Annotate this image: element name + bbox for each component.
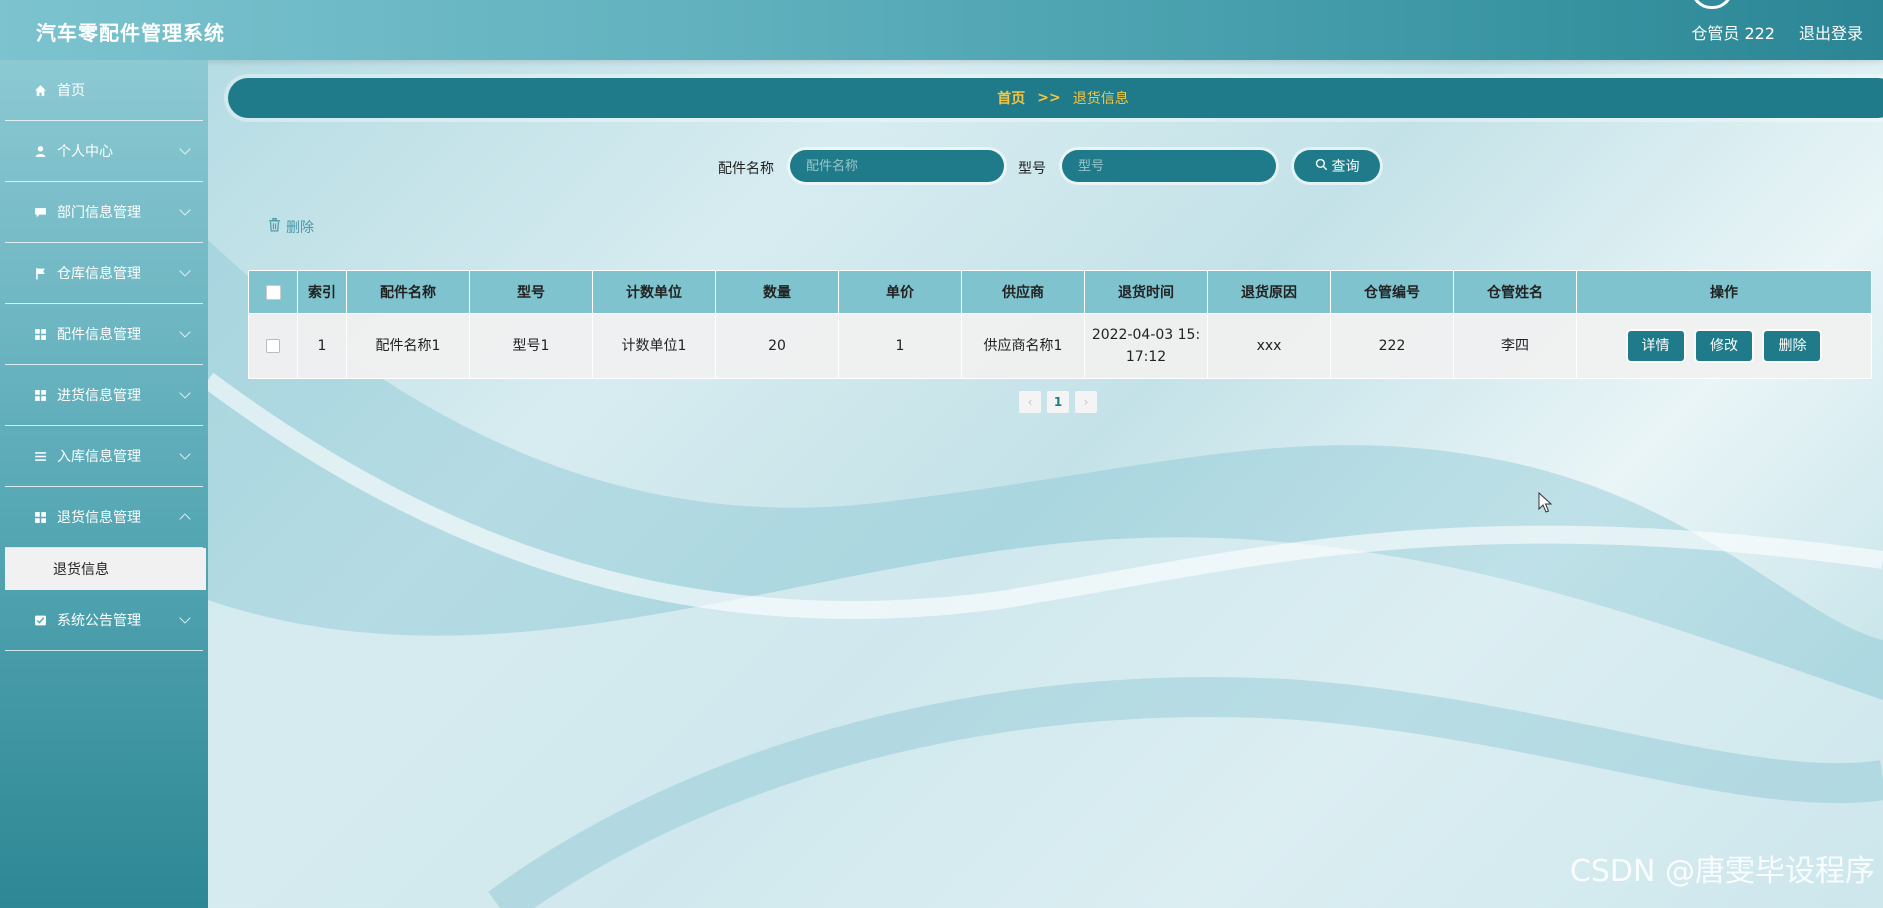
cell-keeper-name: 李四 (1453, 313, 1577, 379)
sidebar-item-warehouse[interactable]: 仓库信息管理 (5, 243, 203, 304)
column-header[interactable]: 数量 (715, 270, 839, 314)
sidebar: 首页 个人中心 部门信息管理 仓库信息管理 配件信息管理 进货信息管理 入库信息… (0, 60, 208, 908)
sidebar-subitem-return-info[interactable]: 退货信息 (5, 548, 206, 590)
mouse-cursor-icon (1538, 492, 1553, 513)
chevron-down-icon (179, 326, 191, 338)
sidebar-item-label: 系统公告管理 (57, 613, 141, 629)
sidebar-item-parts[interactable]: 配件信息管理 (5, 304, 203, 365)
sidebar-item-stock-in[interactable]: 入库信息管理 (5, 426, 203, 487)
search-bar: 配件名称 型号 查询 (0, 148, 1883, 184)
row-checkbox[interactable] (266, 339, 280, 353)
pagination: ‹ 1 › (1016, 391, 1100, 413)
query-button-label: 查询 (1331, 159, 1360, 175)
cell-price: 1 (838, 313, 962, 379)
chevron-down-icon (179, 448, 191, 460)
cell-keeper-no: 222 (1330, 313, 1454, 379)
watermark: CSDN @唐雯毕设程序 (1569, 854, 1875, 889)
part-name-label: 配件名称 (718, 161, 774, 177)
cell-actions: 详情 修改 删除 (1576, 313, 1872, 379)
sidebar-item-label: 入库信息管理 (57, 449, 141, 465)
column-header[interactable]: 供应商 (961, 270, 1085, 314)
sidebar-item-returns[interactable]: 退货信息管理 (5, 487, 203, 548)
breadcrumb-home[interactable]: 首页 (997, 88, 1025, 108)
breadcrumb-current: 退货信息 (1072, 91, 1129, 107)
grid-icon (33, 388, 47, 402)
edit-button[interactable]: 修改 (1696, 331, 1752, 361)
table-row: 1 配件名称1 型号1 计数单位1 20 1 供应商名称1 2022-04-03… (248, 313, 1872, 379)
grid-icon (33, 327, 47, 341)
table-header-row: 索引 配件名称 型号 计数单位 数量 单价 供应商 退货时间 退货原因 仓管编号… (248, 270, 1872, 314)
prev-page-button[interactable]: ‹ (1019, 391, 1041, 413)
cell-index: 1 (297, 313, 347, 379)
search-icon (1315, 158, 1328, 175)
cell-return-time: 2022-04-03 15:17:12 (1084, 313, 1208, 379)
grid-icon (33, 510, 47, 524)
column-header[interactable]: 索引 (297, 270, 347, 314)
column-header[interactable]: 退货原因 (1207, 270, 1331, 314)
sidebar-item-notice[interactable]: 系统公告管理 (5, 590, 203, 651)
model-input[interactable] (1062, 150, 1276, 182)
column-header[interactable]: 仓管编号 (1330, 270, 1454, 314)
part-name-input[interactable] (790, 150, 1004, 182)
detail-button[interactable]: 详情 (1627, 331, 1684, 361)
chevron-down-icon (179, 612, 191, 624)
column-header[interactable]: 配件名称 (346, 270, 470, 314)
current-user: 仓管员 222 (1691, 24, 1775, 43)
cell-reason: xxx (1207, 313, 1331, 379)
column-header[interactable]: 退货时间 (1084, 270, 1208, 314)
returns-table: 索引 配件名称 型号 计数单位 数量 单价 供应商 退货时间 退货原因 仓管编号… (248, 270, 1872, 379)
page-number[interactable]: 1 (1047, 391, 1069, 413)
column-header[interactable]: 仓管姓名 (1453, 270, 1577, 314)
sidebar-item-home[interactable]: 首页 (5, 60, 203, 121)
notice-icon (33, 613, 47, 627)
row-select-cell (248, 313, 298, 379)
cell-supplier: 供应商名称1 (961, 313, 1085, 379)
delete-button[interactable]: 删除 (1764, 331, 1821, 361)
cell-unit: 计数单位1 (592, 313, 716, 379)
chat-icon (33, 205, 47, 219)
trash-icon (268, 218, 281, 236)
chevron-down-icon (179, 265, 191, 277)
select-all-cell (248, 270, 298, 314)
home-icon (33, 83, 47, 97)
sidebar-item-label: 进货信息管理 (57, 388, 141, 404)
breadcrumb-separator: >> (1037, 90, 1061, 106)
column-header: 操作 (1576, 270, 1872, 314)
breadcrumb: 首页 >> 退货信息 (228, 78, 1883, 118)
sidebar-item-label: 首页 (57, 83, 85, 99)
column-header[interactable]: 单价 (838, 270, 962, 314)
chevron-down-icon (179, 204, 191, 216)
sidebar-item-purchase[interactable]: 进货信息管理 (5, 365, 203, 426)
sidebar-item-label: 退货信息管理 (57, 510, 141, 526)
chevron-down-icon (179, 387, 191, 399)
cell-model: 型号1 (469, 313, 593, 379)
list-icon (33, 449, 47, 463)
app-title: 汽车零配件管理系统 (36, 21, 225, 45)
query-button[interactable]: 查询 (1294, 150, 1380, 182)
bulk-delete-label: 删除 (286, 220, 314, 236)
sidebar-item-label: 部门信息管理 (57, 205, 141, 221)
flag-icon (33, 266, 47, 280)
background-waves (202, 240, 1883, 908)
sidebar-item-department[interactable]: 部门信息管理 (5, 182, 203, 243)
sidebar-item-label: 配件信息管理 (57, 327, 141, 343)
chevron-up-icon (179, 513, 191, 525)
column-header[interactable]: 型号 (469, 270, 593, 314)
logout-link[interactable]: 退出登录 (1799, 20, 1863, 44)
next-page-button[interactable]: › (1075, 391, 1097, 413)
sidebar-item-label: 仓库信息管理 (57, 266, 141, 282)
cell-part-name: 配件名称1 (346, 313, 470, 379)
bulk-delete-button[interactable]: 删除 (268, 217, 314, 237)
model-label: 型号 (1018, 161, 1046, 177)
select-all-checkbox[interactable] (265, 284, 281, 300)
top-header: 汽车零配件管理系统 仓管员 222 退出登录 (0, 0, 1883, 60)
avatar-icon[interactable] (1691, 0, 1733, 9)
cell-quantity: 20 (715, 313, 839, 379)
column-header[interactable]: 计数单位 (592, 270, 716, 314)
